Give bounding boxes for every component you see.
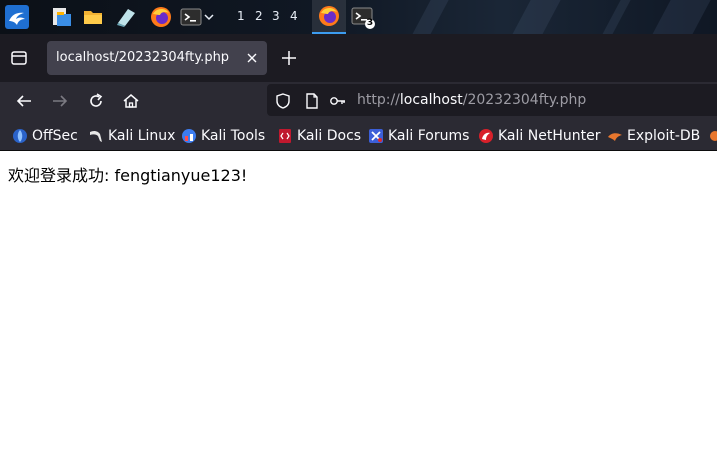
bookmark-offsec[interactable]: OffSec (12, 126, 78, 146)
home-button[interactable] (120, 90, 142, 112)
tab-active[interactable]: localhost/20232304fty.php (47, 41, 267, 75)
wallpaper-streak (638, 0, 717, 34)
bookmark-exploit-db[interactable]: Exploit-DB (607, 126, 700, 146)
chevron-down-icon[interactable] (202, 4, 216, 30)
page-info-icon[interactable] (303, 92, 321, 110)
kali-tools-icon (182, 129, 196, 143)
new-tab-button[interactable] (280, 49, 298, 67)
folder-icon[interactable] (80, 4, 106, 30)
url-path: /20232304fty.php (462, 92, 587, 108)
offsec-icon (13, 129, 27, 143)
welcome-message: 欢迎登录成功: fengtianyue123! (8, 166, 248, 185)
tab-list-icon (11, 51, 27, 65)
bookmark-label: Exploit-DB (627, 128, 701, 144)
bookmark-label: Kali Tools (201, 128, 266, 144)
tab-strip: localhost/20232304fty.php (0, 34, 717, 82)
reload-icon (90, 93, 103, 107)
workspace-4[interactable]: 4 (290, 9, 298, 23)
reload-button[interactable] (85, 90, 107, 112)
forward-arrow-icon (53, 95, 68, 107)
bookmark-kali-docs[interactable]: Kali Docs (277, 126, 361, 146)
tracking-protection-shield-icon[interactable] (274, 92, 292, 110)
nethunter-icon (479, 129, 493, 143)
url-scheme: http:// (357, 92, 400, 108)
file-manager-icon[interactable] (49, 4, 75, 30)
terminal-launcher-icon[interactable] (178, 4, 204, 30)
bookmark-overflow[interactable] (709, 126, 717, 146)
wallpaper-streak (498, 0, 572, 34)
bookmark-kali-tools[interactable]: Kali Tools (181, 126, 265, 146)
workspace-1[interactable]: 1 (237, 9, 245, 23)
firefox-icon (319, 6, 339, 26)
kali-menu-icon[interactable] (4, 4, 30, 30)
terminal-window-button[interactable]: 3 (350, 4, 376, 30)
bookmark-kali-forums[interactable]: Kali Forums (368, 126, 469, 146)
plus-icon (282, 51, 296, 65)
taskbar: 1 2 3 4 3 (0, 0, 717, 34)
bookmark-label: Kali Forums (388, 128, 470, 144)
wallpaper-streak (588, 0, 642, 34)
firefox-launcher-icon[interactable] (148, 4, 174, 30)
bookmarks-toolbar: OffSec Kali Linux Kali Tools Kali Docs K… (0, 120, 717, 151)
url-bar[interactable]: http://localhost/20232304fty.php (267, 84, 717, 116)
back-arrow-icon (16, 95, 31, 107)
kali-forums-icon (369, 129, 383, 143)
workspace-3[interactable]: 3 (272, 9, 280, 23)
wallpaper-streak (398, 0, 460, 34)
bookmark-kali-linux[interactable]: Kali Linux (88, 126, 175, 146)
exploit-db-icon (608, 133, 622, 141)
url-text: http://localhost/20232304fty.php (357, 92, 586, 108)
kali-docs-icon (279, 129, 291, 143)
page-content: 欢迎登录成功: fengtianyue123! (0, 152, 717, 473)
close-tab-button[interactable] (245, 50, 259, 64)
key-icon[interactable] (329, 92, 347, 110)
bookmark-label: Kali Docs (297, 128, 362, 144)
navigation-toolbar: http://localhost/20232304fty.php (0, 82, 717, 120)
overflow-bookmark-icon (710, 131, 717, 141)
workspace-2[interactable]: 2 (255, 9, 263, 23)
back-button[interactable] (13, 90, 35, 112)
kali-dragon-icon (90, 130, 102, 142)
tab-list-button[interactable] (8, 47, 30, 69)
window-count-badge: 3 (366, 18, 374, 28)
text-editor-icon[interactable] (113, 4, 139, 30)
bookmark-label: Kali Linux (108, 128, 176, 144)
close-icon (247, 53, 257, 63)
url-host: localhost (399, 92, 463, 108)
bookmark-kali-nethunter[interactable]: Kali NetHunter (478, 126, 600, 146)
bookmark-label: OffSec (32, 128, 78, 144)
firefox-window-button[interactable] (312, 0, 346, 34)
forward-button[interactable] (49, 90, 71, 112)
tab-title: localhost/20232304fty.php (56, 50, 230, 65)
bookmark-label: Kali NetHunter (498, 128, 601, 144)
home-icon (123, 94, 139, 108)
